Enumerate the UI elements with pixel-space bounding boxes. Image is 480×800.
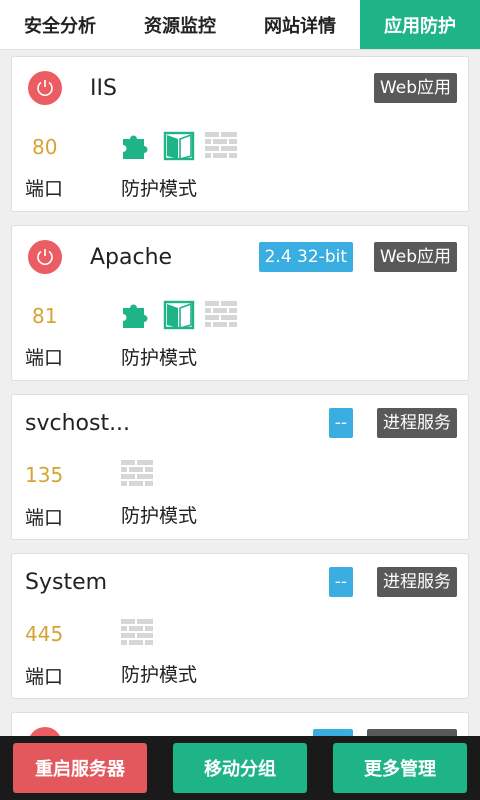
tab-app-protection[interactable]: 应用防护 (360, 0, 480, 49)
protection-mode-icons (121, 459, 153, 489)
tab-security-analysis[interactable]: 安全分析 (0, 0, 120, 49)
protection-mode-label: 防护模式 (121, 178, 198, 200)
app-card-system[interactable]: System -- 进程服务 445 端口 防护模式 (11, 553, 469, 699)
puzzle-icon[interactable] (121, 300, 153, 330)
app-card-svchost[interactable]: svchost... -- 进程服务 135 端口 防护模式 (11, 394, 469, 540)
tab-site-details[interactable]: 网站详情 (240, 0, 360, 49)
port-number: 80 (32, 135, 58, 159)
protection-mode-icons (121, 618, 153, 648)
puzzle-icon[interactable] (121, 131, 153, 161)
port-number: 445 (25, 622, 64, 646)
app-name: Apache (90, 245, 173, 270)
move-group-button[interactable]: 移动分组 (173, 743, 307, 793)
power-icon[interactable] (28, 727, 62, 736)
app-name: svchost... (25, 411, 131, 436)
door-icon[interactable] (163, 300, 195, 330)
app-list[interactable]: IIS Web应用 80 端口 防护模式 Apache 2.4 32-bit W… (0, 50, 480, 736)
firewall-icon[interactable] (205, 131, 237, 161)
app-name: System (25, 570, 108, 595)
app-card-iis[interactable]: IIS Web应用 80 端口 防护模式 (11, 56, 469, 212)
port-label: 端口 (25, 178, 64, 200)
protection-mode-label: 防护模式 (121, 664, 198, 686)
tab-bar: 安全分析 资源监控 网站详情 应用防护 (0, 0, 480, 50)
power-icon[interactable] (28, 240, 62, 274)
type-badge: Web应用 (373, 73, 457, 103)
app-name: IIS (90, 76, 117, 101)
port-label: 端口 (25, 666, 64, 688)
firewall-icon[interactable] (205, 300, 237, 330)
bottom-action-bar: 重启服务器 移动分组 更多管理 (0, 736, 480, 800)
protection-mode-label: 防护模式 (121, 347, 198, 369)
type-badge: Web应用 (373, 242, 457, 272)
firewall-icon[interactable] (121, 618, 153, 648)
power-icon[interactable] (28, 71, 62, 105)
version-badge: -- (328, 408, 353, 438)
protection-mode-label: 防护模式 (121, 505, 198, 527)
version-badge: -- (328, 567, 353, 597)
port-number: 81 (32, 304, 58, 328)
tab-resource-monitor[interactable]: 资源监控 (120, 0, 240, 49)
port-label: 端口 (25, 347, 64, 369)
firewall-icon[interactable] (121, 459, 153, 489)
restart-server-button[interactable]: 重启服务器 (13, 743, 147, 793)
door-icon[interactable] (163, 131, 195, 161)
protection-mode-icons (121, 131, 237, 161)
port-label: 端口 (25, 507, 64, 529)
type-badge: 进程服务 (377, 408, 457, 438)
port-number: 135 (25, 463, 64, 487)
type-badge (367, 729, 457, 736)
more-manage-button[interactable]: 更多管理 (333, 743, 467, 793)
type-badge: 进程服务 (377, 567, 457, 597)
app-card-partial[interactable] (11, 712, 469, 736)
app-card-apache[interactable]: Apache 2.4 32-bit Web应用 81 端口 防护模式 (11, 225, 469, 381)
version-badge: 2.4 32-bit (258, 242, 353, 272)
version-badge (313, 729, 353, 736)
protection-mode-icons (121, 300, 237, 330)
